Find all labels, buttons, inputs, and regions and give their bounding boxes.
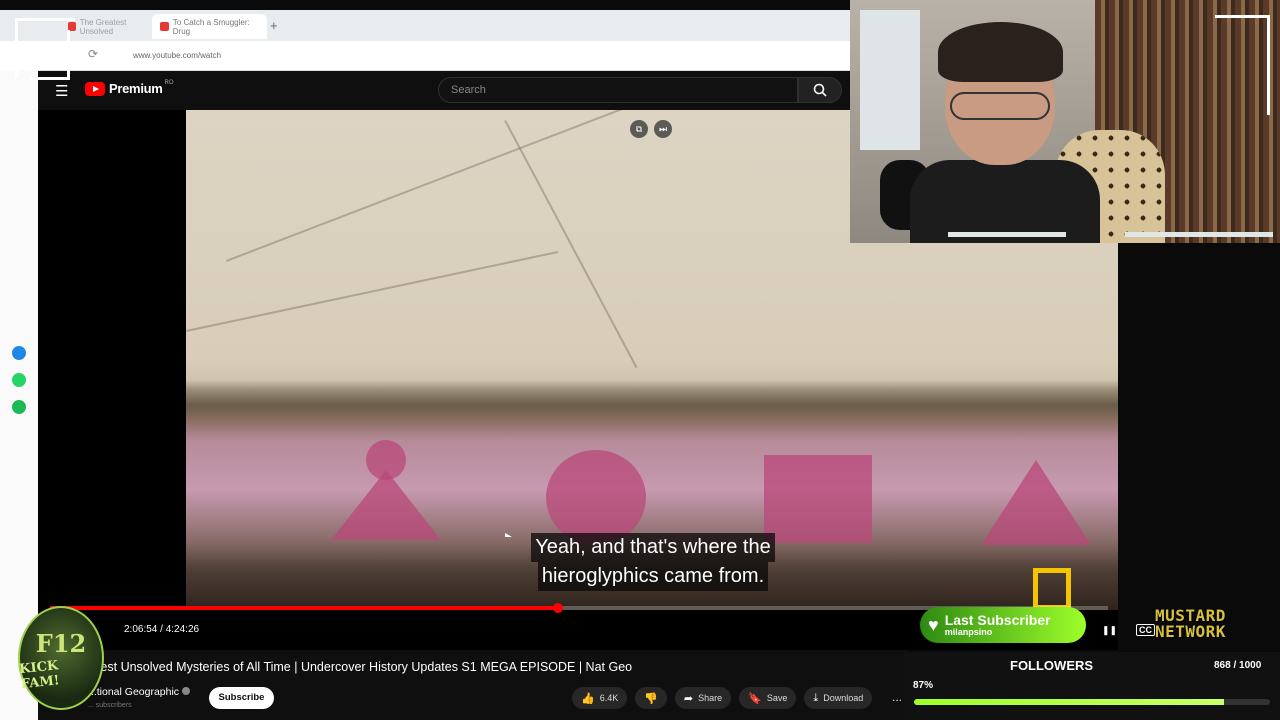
- caption-line: Yeah, and that's where the: [531, 533, 775, 562]
- url-text[interactable]: www.youtube.com/watch: [133, 51, 221, 60]
- dislike-button[interactable]: 👎: [635, 687, 667, 709]
- browser-tab-bar: The Greatest Unsolved To Catch a Smuggle…: [0, 10, 850, 41]
- youtube-header: ☰ Premium RO Search: [38, 71, 850, 110]
- verified-icon: [182, 687, 191, 695]
- messenger-icon[interactable]: [12, 346, 26, 360]
- search-button[interactable]: [798, 77, 842, 103]
- search-icon: [813, 83, 827, 97]
- channel-label[interactable]: ...tional Geographic: [88, 686, 179, 698]
- share-label: Share: [698, 693, 723, 703]
- pip-icon[interactable]: ⧉: [630, 120, 648, 138]
- mouse-cursor-icon: [505, 533, 512, 537]
- pause-icon[interactable]: ❚❚: [1102, 625, 1117, 636]
- heart-icon: ♥: [928, 614, 939, 635]
- last-sub-label: Last Subscriber: [944, 612, 1051, 628]
- logo-text: Premium: [109, 81, 163, 96]
- followers-progress-fill: [914, 699, 1224, 705]
- followers-progress-bar: [914, 699, 1270, 705]
- browser-tab-active[interactable]: To Catch a Smuggler: Drug: [152, 14, 267, 39]
- video-title: ...est Unsolved Mysteries of All Time | …: [90, 660, 633, 674]
- scrubber-handle[interactable]: [552, 603, 563, 613]
- whatsapp-icon[interactable]: [12, 373, 26, 387]
- last-subscriber-widget: ♥ Last Subscriber milanpsino: [920, 607, 1086, 643]
- action-bar: 👍 6.4K 👎 ➦ Share 🔖 Save ⤓ Download: [572, 687, 873, 709]
- progress-fill: [50, 606, 558, 610]
- save-label: Save: [766, 693, 788, 703]
- youtube-favicon-icon: [68, 22, 76, 31]
- hamburger-menu-icon[interactable]: ☰: [55, 82, 68, 100]
- region-code: RO: [164, 79, 174, 86]
- badge-line2: KICK FAM!: [18, 657, 61, 692]
- thumbs-up-icon: 👍: [581, 692, 595, 705]
- reload-icon[interactable]: ⟳: [88, 47, 98, 61]
- time-display: 2:06:54 / 4:24:26: [124, 624, 200, 635]
- screen: The Greatest Unsolved To Catch a Smuggle…: [0, 0, 1280, 720]
- subscriber-count: ... subscribers: [88, 702, 132, 709]
- share-button[interactable]: ➦ Share: [674, 687, 732, 709]
- brand-line: NETWORK: [1155, 622, 1226, 641]
- tab-title: The Greatest Unsolved: [79, 17, 127, 36]
- like-count: 6.4K: [599, 693, 619, 703]
- save-button[interactable]: 🔖 Save: [739, 687, 797, 709]
- youtube-favicon-icon: [160, 22, 169, 31]
- mustard-network-logo: MUSTARD NETWORK: [1155, 608, 1273, 642]
- pip-controls: ⧉ ⏭: [630, 120, 672, 138]
- streamer-webcam: [850, 0, 1280, 243]
- subtitle-caption: Yeah, and that's where the hieroglyphics…: [512, 533, 794, 591]
- tab-title: To Catch a Smuggler: Drug: [172, 17, 250, 36]
- spotify-icon[interactable]: [12, 400, 26, 414]
- download-button[interactable]: ⤓ Download: [804, 687, 873, 709]
- share-icon: ➦: [683, 692, 694, 705]
- address-bar[interactable]: ⟳ www.youtube.com/watch: [0, 41, 850, 71]
- last-sub-name: milanpsino: [944, 627, 993, 637]
- badge-line1: F12: [35, 628, 87, 658]
- subscribe-button[interactable]: Subscribe: [209, 687, 274, 709]
- download-label: Download: [823, 693, 864, 703]
- f12-kick-fam-badge: F12 KICK FAM!: [18, 606, 104, 710]
- caption-line: hieroglyphics came from.: [537, 562, 769, 591]
- followers-label: FOLLOWERS: [1010, 658, 1094, 673]
- followers-count: 868 / 1000: [1214, 660, 1262, 671]
- natgeo-logo: [1033, 568, 1071, 610]
- bookmark-icon: 🔖: [748, 692, 762, 705]
- search-input[interactable]: Search: [438, 77, 798, 103]
- captions-button[interactable]: CC: [1136, 624, 1155, 636]
- download-icon: ⤓: [813, 691, 819, 704]
- more-actions-button[interactable]: ...: [892, 690, 902, 704]
- followers-percent: 87%: [913, 680, 934, 691]
- youtube-play-icon: [85, 81, 105, 96]
- browser-tab[interactable]: The Greatest Unsolved: [60, 14, 150, 39]
- youtube-logo[interactable]: Premium RO: [85, 79, 174, 96]
- skip-icon[interactable]: ⏭: [654, 120, 672, 138]
- like-button[interactable]: 👍 6.4K: [572, 687, 628, 709]
- channel-name[interactable]: ...tional Geographic: [88, 686, 191, 698]
- new-tab-button[interactable]: +: [270, 18, 278, 33]
- thumbs-down-icon: 👎: [644, 692, 658, 705]
